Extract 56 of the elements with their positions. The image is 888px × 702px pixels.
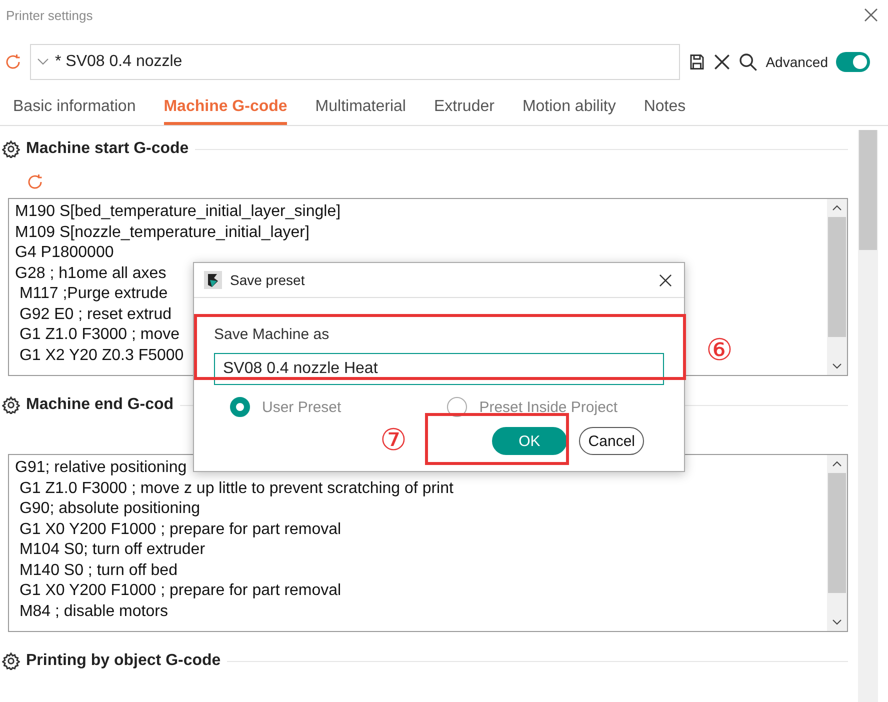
code-line: G28 ; h1ome all axes	[15, 264, 166, 284]
code-line: M140 S0 ; turn off bed	[18, 560, 178, 580]
code-line: G92 E0 ; reset extrud	[18, 304, 172, 324]
preset-name-field[interactable]: SV08 0.4 nozzle Heat	[214, 353, 664, 385]
tab[interactable]: Multimaterial	[315, 98, 406, 125]
code-line: G91; relative positioning	[15, 458, 187, 478]
chevron-icon	[37, 58, 49, 66]
section-heading: Machine end G-cod	[26, 396, 174, 414]
scrollbar[interactable]	[858, 130, 878, 702]
tab[interactable]: Basic information	[13, 98, 136, 125]
refresh-icon[interactable]	[26, 173, 44, 191]
preset-dropdown[interactable]: * SV08 0.4 nozzle	[30, 44, 680, 80]
gear-icon	[2, 652, 20, 670]
refresh-icon[interactable]	[4, 53, 22, 71]
gear-icon	[2, 140, 20, 158]
scrollbar[interactable]	[827, 199, 847, 375]
search-icon[interactable]	[738, 52, 758, 72]
scroll-down-icon[interactable]	[832, 619, 842, 625]
code-line: G1 Z1.0 F3000 ; move	[18, 325, 180, 345]
code-line: M117 ;Purge extrude	[18, 284, 168, 304]
tab[interactable]: Extruder	[434, 98, 494, 125]
field-label: Save Machine as	[214, 326, 330, 343]
code-line: M84 ; disable motors	[18, 602, 168, 622]
gear-icon	[2, 396, 20, 414]
code-line: M109 S[nozzle_temperature_initial_layer]	[15, 222, 310, 242]
code-line: G90; absolute positioning	[18, 499, 200, 519]
advanced-toggle[interactable]	[836, 52, 870, 72]
scroll-down-icon[interactable]	[832, 363, 842, 369]
scroll-up-icon[interactable]	[832, 461, 842, 467]
code-line: G1 X0 Y200 F1000 ; prepare for part removal	[18, 520, 342, 540]
code-line: G1 X0 Y200 F1000 ; prepare for part removal	[18, 581, 342, 601]
tab[interactable]: Motion ability	[522, 98, 616, 125]
close-icon[interactable]	[659, 274, 672, 286]
code-line: M104 S0; turn off extruder	[18, 540, 206, 560]
code-line: M190 S[bed_temperature_initial_layer_single]	[15, 202, 341, 222]
callout-number: ⑥	[706, 336, 733, 366]
radio-option[interactable]: User Preset	[230, 397, 342, 417]
code-line: G1 Z1.0 F3000 ; move z up little to prevent scratching of print	[18, 478, 454, 498]
code-line: G1 X2 Y20 Z0.3 F5000	[18, 346, 184, 366]
scroll-up-icon[interactable]	[832, 205, 842, 211]
callout-number: ⑦	[380, 426, 407, 456]
close-icon[interactable]	[864, 8, 878, 22]
advanced-label: Advanced	[766, 54, 828, 70]
ok-button[interactable]: OK	[492, 427, 568, 455]
dialog-title: Save preset	[230, 272, 306, 288]
section-heading: Printing by object G-code	[26, 652, 221, 670]
app-logo-icon	[204, 271, 222, 289]
code-line: G4 P1800000	[15, 243, 114, 263]
cancel-button[interactable]: Cancel	[579, 427, 644, 455]
window-title: Printer settings	[6, 8, 93, 22]
tab[interactable]: Notes	[644, 98, 686, 125]
radio-option[interactable]: Preset Inside Project	[447, 397, 618, 417]
close-icon[interactable]	[714, 54, 730, 70]
section-heading: Machine start G-code	[26, 140, 189, 158]
save-icon[interactable]	[688, 53, 706, 71]
scrollbar[interactable]	[827, 455, 847, 631]
